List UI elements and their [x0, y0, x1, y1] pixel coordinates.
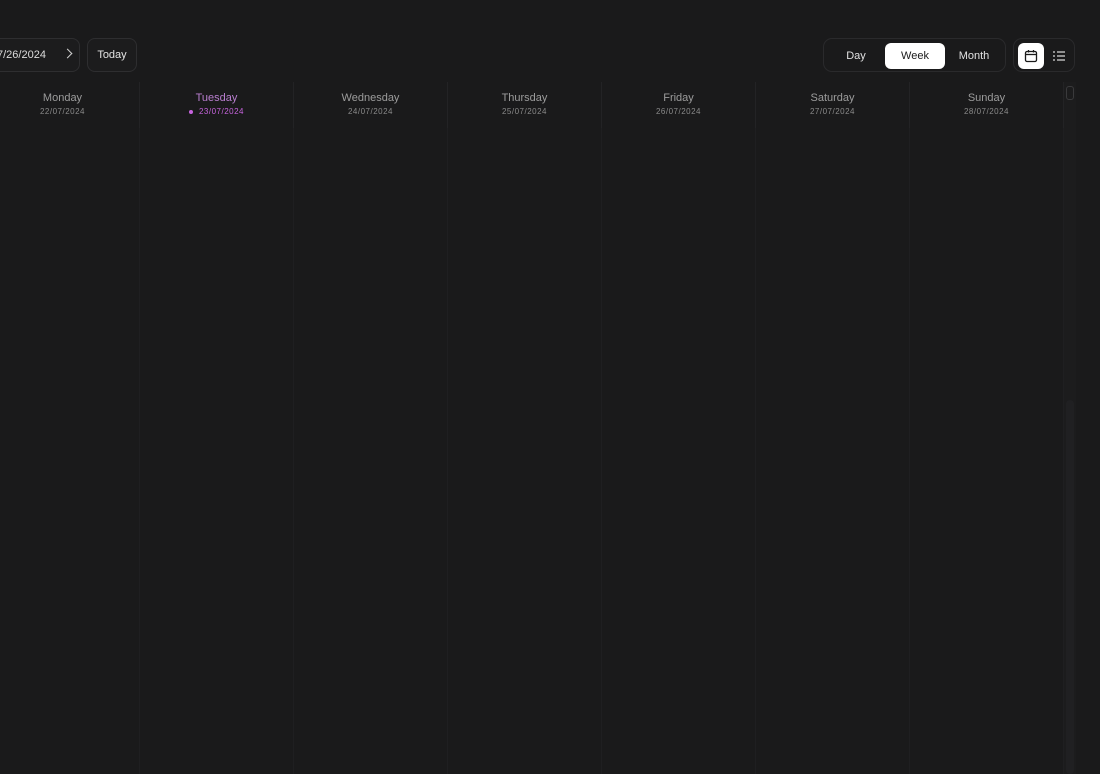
date-navigator[interactable]: 7/26/2024: [0, 38, 80, 72]
calendar-icon: [1024, 50, 1038, 63]
day-header-wednesday[interactable]: Wednesday 24/07/2024: [294, 82, 448, 128]
day-column[interactable]: [140, 128, 294, 774]
day-header-tuesday[interactable]: Tuesday 23/07/2024: [140, 82, 294, 128]
day-date: 25/07/2024: [501, 107, 548, 116]
week-grid: [0, 128, 1064, 774]
day-date: 26/07/2024: [655, 107, 702, 116]
day-date: 28/07/2024: [963, 107, 1010, 116]
view-day-button[interactable]: Day: [838, 43, 874, 69]
calendar-app: 7/26/2024 Today Day Week Month Monday 22…: [0, 0, 1100, 774]
day-header-monday[interactable]: Monday 22/07/2024: [0, 82, 140, 128]
calendar-toolbar: 7/26/2024 Today Day Week Month: [0, 38, 1100, 74]
day-column[interactable]: [910, 128, 1064, 774]
date-range-label: 7/26/2024: [0, 49, 46, 61]
day-name: Tuesday: [195, 92, 238, 104]
day-column[interactable]: [294, 128, 448, 774]
list-layout-button[interactable]: [1046, 43, 1072, 69]
today-button[interactable]: Today: [87, 38, 137, 72]
calendar-layout-button[interactable]: [1018, 43, 1044, 69]
day-name: Saturday: [810, 92, 855, 104]
chevron-right-icon[interactable]: [62, 48, 73, 59]
vertical-scrollbar[interactable]: [1064, 82, 1076, 774]
week-header: Monday 22/07/2024 Tuesday 23/07/2024 Wed…: [0, 82, 1064, 128]
day-column[interactable]: [448, 128, 602, 774]
view-week-button[interactable]: Week: [885, 43, 945, 69]
day-date-today: 23/07/2024: [140, 107, 293, 116]
today-indicator: [188, 109, 193, 114]
day-header-sunday[interactable]: Sunday 28/07/2024: [910, 82, 1064, 128]
day-date: 22/07/2024: [39, 107, 86, 116]
day-header-saturday[interactable]: Saturday 27/07/2024: [756, 82, 910, 128]
day-date: 24/07/2024: [347, 107, 394, 116]
list-icon: [1053, 51, 1065, 61]
scroll-up-icon[interactable]: [1066, 86, 1074, 100]
view-switcher: Day Week Month: [823, 38, 1006, 72]
day-column[interactable]: [602, 128, 756, 774]
day-date-value: 23/07/2024: [198, 107, 245, 116]
view-month-button[interactable]: Month: [952, 43, 996, 69]
day-column[interactable]: [0, 128, 140, 774]
day-name: Sunday: [967, 92, 1006, 104]
scrollbar-thumb[interactable]: [1066, 400, 1074, 774]
day-name: Monday: [42, 92, 83, 104]
day-header-friday[interactable]: Friday 26/07/2024: [602, 82, 756, 128]
day-name: Friday: [663, 92, 694, 104]
day-header-thursday[interactable]: Thursday 25/07/2024: [448, 82, 602, 128]
day-name: Wednesday: [341, 92, 400, 104]
day-name: Thursday: [501, 92, 548, 104]
layout-toggle: [1013, 38, 1075, 72]
day-date: 27/07/2024: [809, 107, 856, 116]
day-column[interactable]: [756, 128, 910, 774]
